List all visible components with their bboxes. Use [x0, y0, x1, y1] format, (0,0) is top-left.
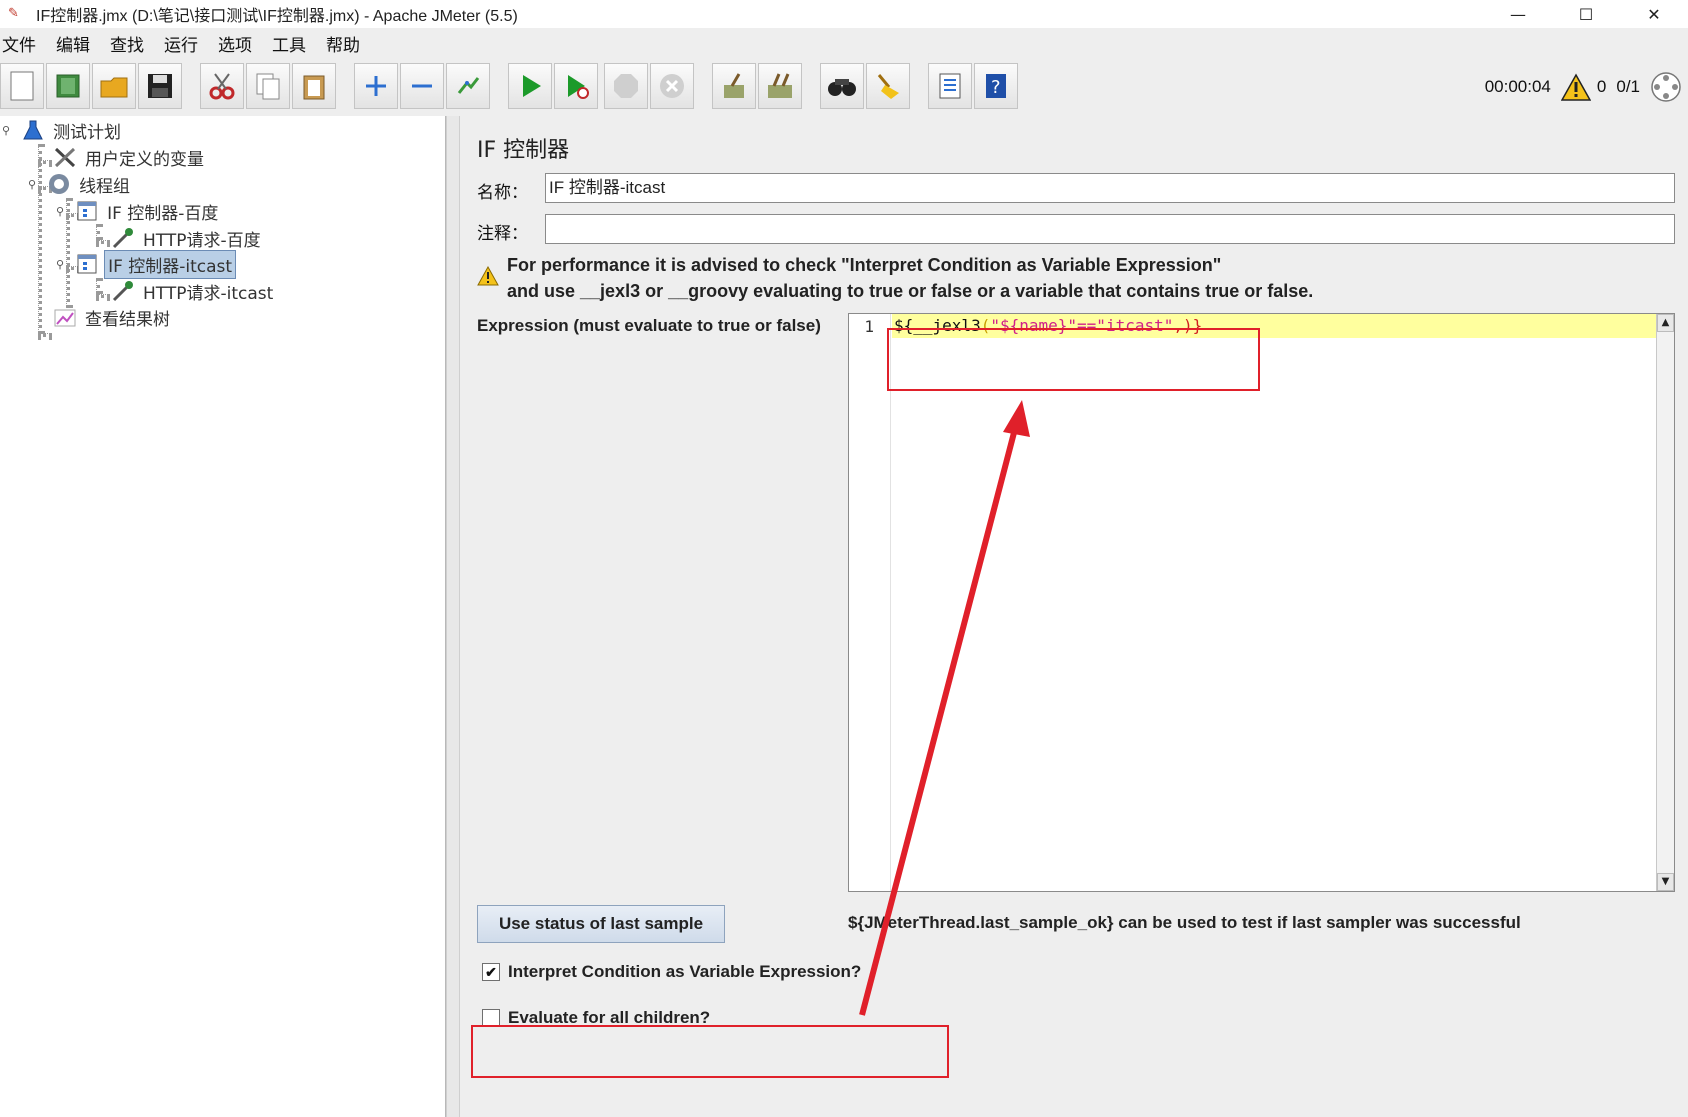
annotation-arrow [859, 400, 1030, 1016]
